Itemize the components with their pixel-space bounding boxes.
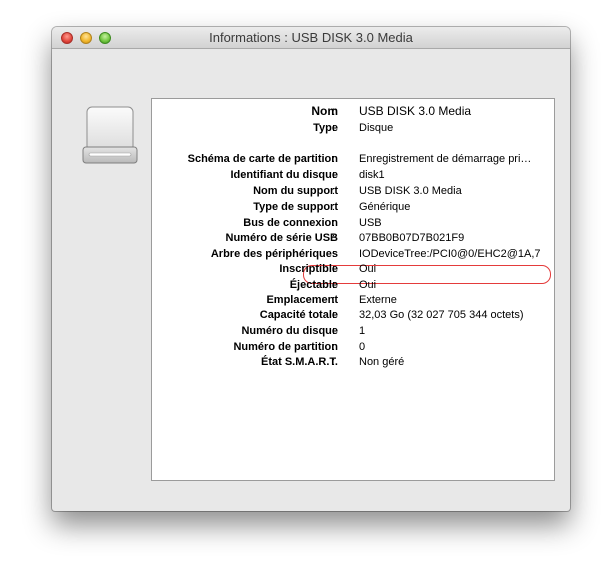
external-drive-icon	[82, 106, 138, 164]
label-separator: :	[332, 153, 336, 165]
info-row: Schéma de carte de partition: Enregistrem…	[152, 151, 556, 167]
info-value: USB DISK 3.0 Media	[359, 185, 462, 197]
info-value: Non géré	[359, 356, 405, 368]
info-value: Externe	[359, 294, 397, 306]
info-row: Nom: USB DISK 3.0 Media	[152, 102, 556, 120]
info-value: USB DISK 3.0 Media	[359, 104, 472, 118]
info-label: Type de support	[253, 201, 338, 213]
info-label: Numéro de série USB	[225, 232, 338, 244]
info-label: Numéro du disque	[241, 325, 338, 337]
info-label: Schéma de carte de partition	[187, 153, 338, 165]
info-window: Informations : USB DISK 3.0 Media Nom: US…	[52, 27, 570, 511]
label-separator: :	[332, 294, 336, 306]
label-separator: :	[332, 356, 336, 368]
window-title: Informations : USB DISK 3.0 Media	[209, 30, 413, 45]
info-label: État S.M.A.R.T.	[260, 356, 338, 368]
label-separator: :	[332, 217, 336, 229]
info-value: disk1	[359, 169, 385, 181]
info-value: Générique	[359, 201, 411, 213]
info-row: Éjectable: Oui	[152, 277, 556, 293]
info-row: Numéro de série USB: 07BB0B07D7B021F9	[152, 230, 556, 246]
info-label: Arbre des périphériques	[210, 248, 338, 260]
info-value: USB	[359, 217, 382, 229]
info-label: Numéro de partition	[233, 341, 338, 353]
info-label: Capacité totale	[259, 309, 338, 321]
info-row: Bus de connexion: USB	[152, 215, 556, 231]
label-separator: :	[332, 279, 336, 291]
info-value: IODeviceTree:/PCI0@0/EHC2@1A,7	[359, 248, 541, 260]
info-label: Bus de connexion	[243, 217, 338, 229]
info-label: Inscriptible	[279, 263, 338, 275]
info-row: Type: Disque	[152, 120, 556, 136]
label-separator: :	[332, 232, 336, 244]
label-separator: :	[332, 169, 336, 181]
info-row: Numéro de partition: 0	[152, 339, 556, 355]
info-row: Identifiant du disque: disk1	[152, 167, 556, 183]
info-label: Éjectable	[289, 279, 338, 291]
info-label: Nom du support	[253, 185, 338, 197]
title-bar[interactable]: Informations : USB DISK 3.0 Media	[52, 27, 570, 49]
info-value: Disque	[359, 122, 394, 134]
label-separator: :	[332, 122, 336, 134]
info-row: Type de support: Générique	[152, 199, 556, 215]
info-value: 1	[359, 325, 366, 337]
info-label: Emplacement	[266, 294, 338, 306]
info-value: 07BB0B07D7B021F9	[359, 232, 465, 244]
label-separator: :	[332, 248, 336, 260]
info-value: 0	[359, 341, 366, 353]
info-label: Identifiant du disque	[230, 169, 338, 181]
info-row: Nom du support: USB DISK 3.0 Media	[152, 183, 556, 199]
label-separator: :	[332, 201, 336, 213]
info-value: 32,03 Go (32 027 705 344 octets)	[359, 309, 524, 321]
info-value: Enregistrement de démarrage pri…	[359, 153, 532, 165]
info-value: Oui	[359, 263, 377, 275]
label-separator: :	[332, 341, 336, 353]
label-separator: :	[332, 185, 336, 197]
info-row: État S.M.A.R.T.: Non géré	[152, 354, 556, 370]
label-separator: :	[332, 325, 336, 337]
info-value: Oui	[359, 279, 377, 291]
label-separator: :	[332, 309, 336, 321]
info-row: Arbre des périphériques: IODeviceTree:/PC…	[152, 246, 556, 262]
label-separator: :	[332, 263, 336, 275]
info-row: Inscriptible: Oui	[152, 261, 556, 277]
info-row: Emplacement: Externe	[152, 292, 556, 308]
info-panel: Nom: USB DISK 3.0 Media Type: Disque Schéma …	[151, 98, 555, 481]
info-row: Numéro du disque: 1	[152, 323, 556, 339]
label-separator: :	[332, 104, 336, 118]
info-row: Capacité totale: 32,03 Go (32 027 705 344…	[152, 307, 556, 323]
